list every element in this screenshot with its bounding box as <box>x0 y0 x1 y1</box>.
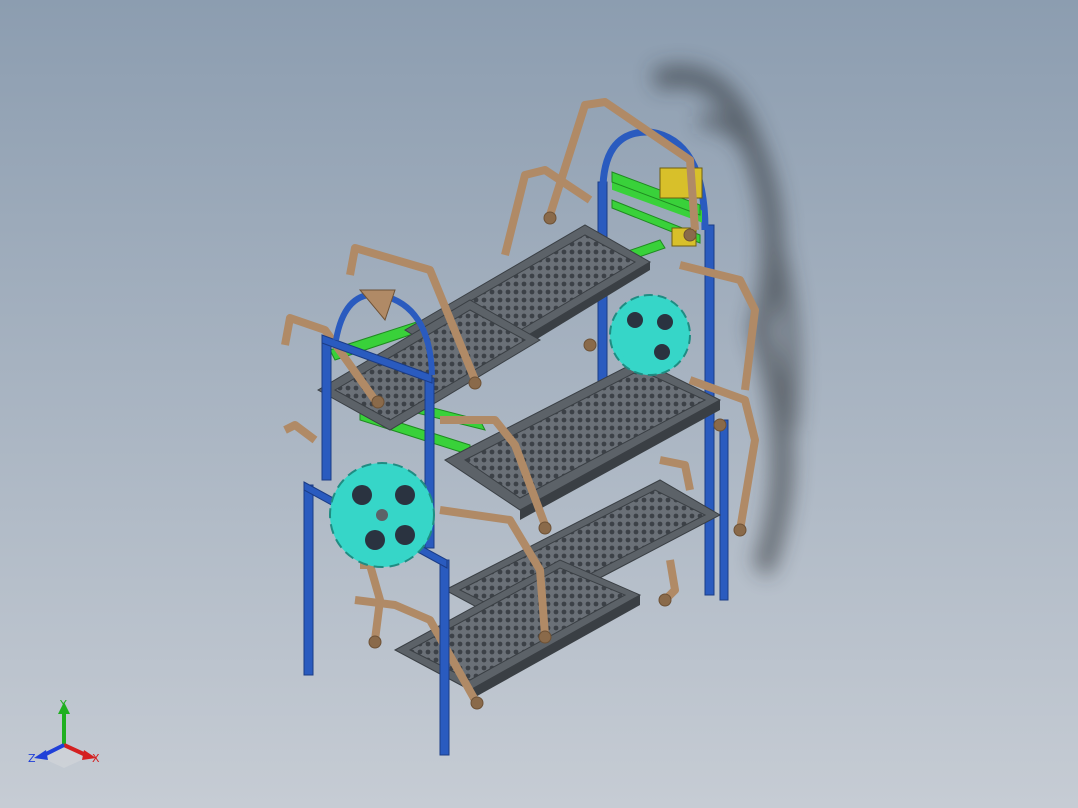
cad-viewport[interactable]: Y X Z <box>0 0 1078 808</box>
y-axis-label: Y <box>59 698 67 711</box>
z-axis-label: Z <box>28 752 36 765</box>
triad-base <box>42 745 86 768</box>
z-arrow-head <box>34 750 48 760</box>
model-scene[interactable] <box>0 0 1078 808</box>
front-gear[interactable] <box>329 462 435 568</box>
axis-triad[interactable]: Y X Z <box>20 690 120 780</box>
back-gear[interactable] <box>609 294 691 376</box>
x-axis-label: X <box>92 752 100 765</box>
